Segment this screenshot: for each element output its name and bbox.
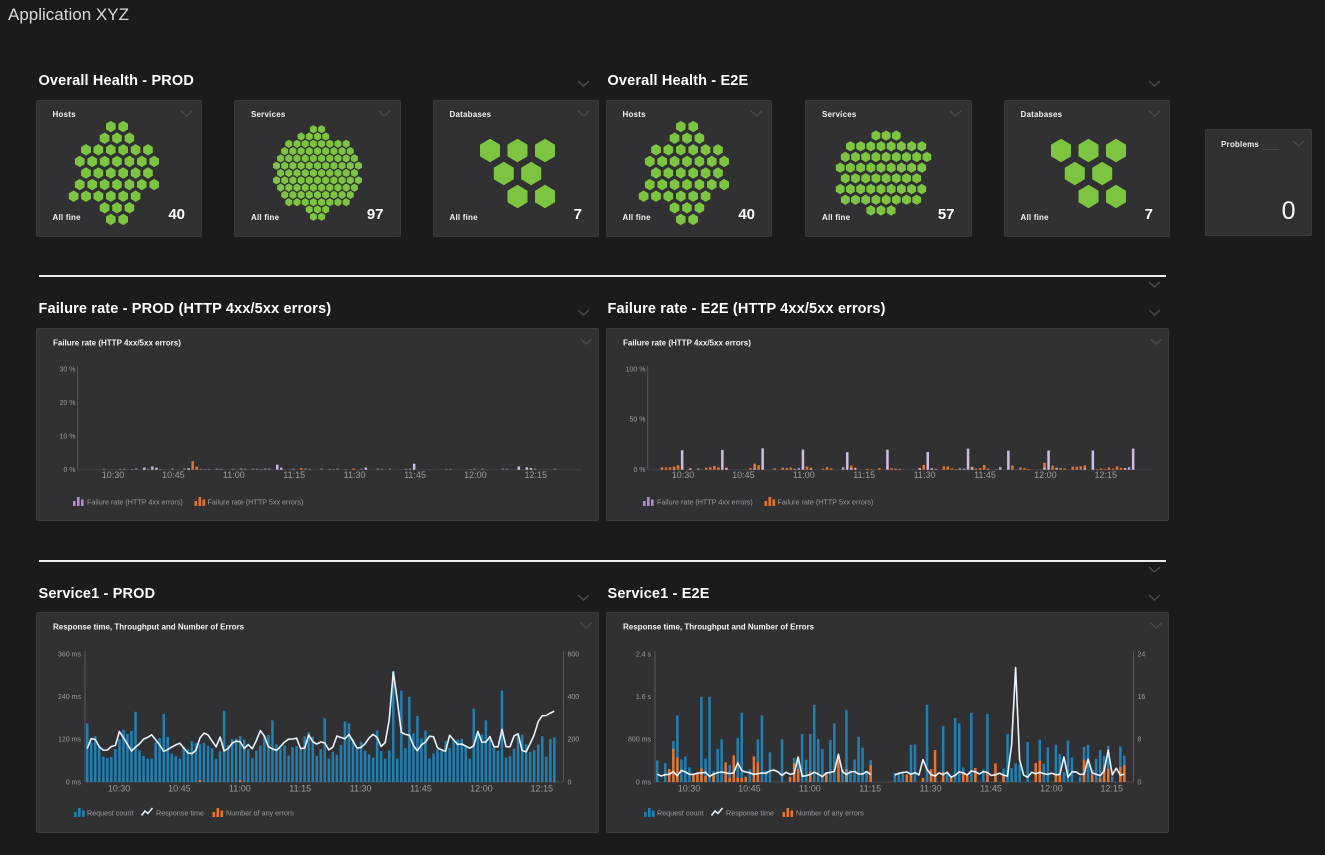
svg-text:0 %: 0 % (63, 467, 75, 474)
svg-text:11:15: 11:15 (859, 783, 881, 793)
svg-text:11:45: 11:45 (404, 470, 426, 480)
svg-text:16: 16 (1137, 694, 1145, 701)
svg-text:11:00: 11:00 (222, 470, 244, 480)
svg-text:600: 600 (567, 651, 579, 658)
svg-text:1.6 s: 1.6 s (635, 694, 651, 701)
svg-text:Response time, Throughput and: Response time, Throughput and Number of … (53, 622, 245, 631)
svg-text:100 %: 100 % (625, 366, 645, 373)
svg-text:10 %: 10 % (59, 433, 75, 440)
svg-text:Response time: Response time (156, 808, 204, 817)
svg-text:Failure rate (HTTP 4xx errors): Failure rate (HTTP 4xx errors) (87, 497, 183, 506)
svg-text:50 %: 50 % (629, 416, 645, 423)
svg-text:10:30: 10:30 (671, 470, 694, 480)
svg-text:10:30: 10:30 (107, 783, 130, 793)
svg-text:11:30: 11:30 (343, 470, 365, 480)
svg-text:240 ms: 240 ms (58, 694, 81, 701)
svg-text:12:00: 12:00 (1040, 783, 1063, 793)
svg-text:Number of any errors: Number of any errors (226, 808, 294, 817)
svg-text:12:15: 12:15 (524, 470, 547, 480)
svg-text:2.4 s: 2.4 s (635, 651, 651, 658)
svg-text:11:30: 11:30 (349, 783, 371, 793)
svg-text:20 %: 20 % (59, 400, 75, 407)
svg-text:11:15: 11:15 (853, 470, 875, 480)
svg-text:Request count: Request count (87, 808, 133, 817)
svg-text:12:15: 12:15 (530, 783, 553, 793)
svg-text:11:15: 11:15 (289, 783, 311, 793)
svg-text:11:15: 11:15 (283, 470, 305, 480)
svg-text:360 ms: 360 ms (58, 651, 81, 658)
svg-text:Response time, Throughput and: Response time, Throughput and Number of … (623, 622, 815, 631)
svg-text:10:45: 10:45 (738, 783, 761, 793)
svg-text:0 %: 0 % (633, 467, 645, 474)
svg-text:Failure rate (HTTP 5xx errors): Failure rate (HTTP 5xx errors) (777, 497, 873, 506)
svg-text:30 %: 30 % (59, 366, 75, 373)
svg-text:10:30: 10:30 (101, 470, 124, 480)
svg-text:11:30: 11:30 (919, 783, 941, 793)
svg-text:12:00: 12:00 (470, 783, 493, 793)
svg-text:10:45: 10:45 (168, 783, 191, 793)
svg-text:12:15: 12:15 (1094, 470, 1117, 480)
svg-text:Request count: Request count (657, 808, 703, 817)
svg-text:Response time: Response time (726, 808, 774, 817)
svg-text:Failure rate (HTTP 4xx/5xx err: Failure rate (HTTP 4xx/5xx errors) (53, 338, 181, 347)
svg-text:400: 400 (567, 694, 579, 701)
svg-text:10:45: 10:45 (162, 470, 185, 480)
svg-text:11:45: 11:45 (974, 470, 996, 480)
svg-text:800 ms: 800 ms (628, 736, 651, 743)
svg-text:8: 8 (1137, 736, 1141, 743)
svg-text:Failure rate (HTTP 5xx errors): Failure rate (HTTP 5xx errors) (207, 497, 303, 506)
svg-text:11:45: 11:45 (410, 783, 432, 793)
svg-text:10:45: 10:45 (732, 470, 755, 480)
svg-text:0: 0 (1137, 779, 1141, 786)
svg-text:11:30: 11:30 (913, 470, 935, 480)
svg-text:24: 24 (1137, 651, 1145, 658)
svg-text:11:00: 11:00 (798, 783, 820, 793)
svg-text:Failure rate (HTTP 4xx errors): Failure rate (HTTP 4xx errors) (657, 497, 753, 506)
svg-text:0 ms: 0 ms (635, 779, 651, 786)
svg-text:Number of any errors: Number of any errors (796, 808, 864, 817)
svg-text:12:00: 12:00 (1034, 470, 1057, 480)
svg-text:11:45: 11:45 (980, 783, 1002, 793)
svg-text:12:00: 12:00 (464, 470, 487, 480)
svg-text:11:00: 11:00 (792, 470, 814, 480)
svg-text:0 ms: 0 ms (65, 779, 81, 786)
svg-text:0: 0 (567, 779, 571, 786)
svg-text:10:30: 10:30 (677, 783, 700, 793)
svg-text:11:00: 11:00 (228, 783, 250, 793)
svg-text:Failure rate (HTTP 4xx/5xx err: Failure rate (HTTP 4xx/5xx errors) (623, 338, 751, 347)
svg-text:200: 200 (567, 736, 579, 743)
svg-text:12:15: 12:15 (1100, 783, 1123, 793)
svg-text:120 ms: 120 ms (58, 736, 81, 743)
